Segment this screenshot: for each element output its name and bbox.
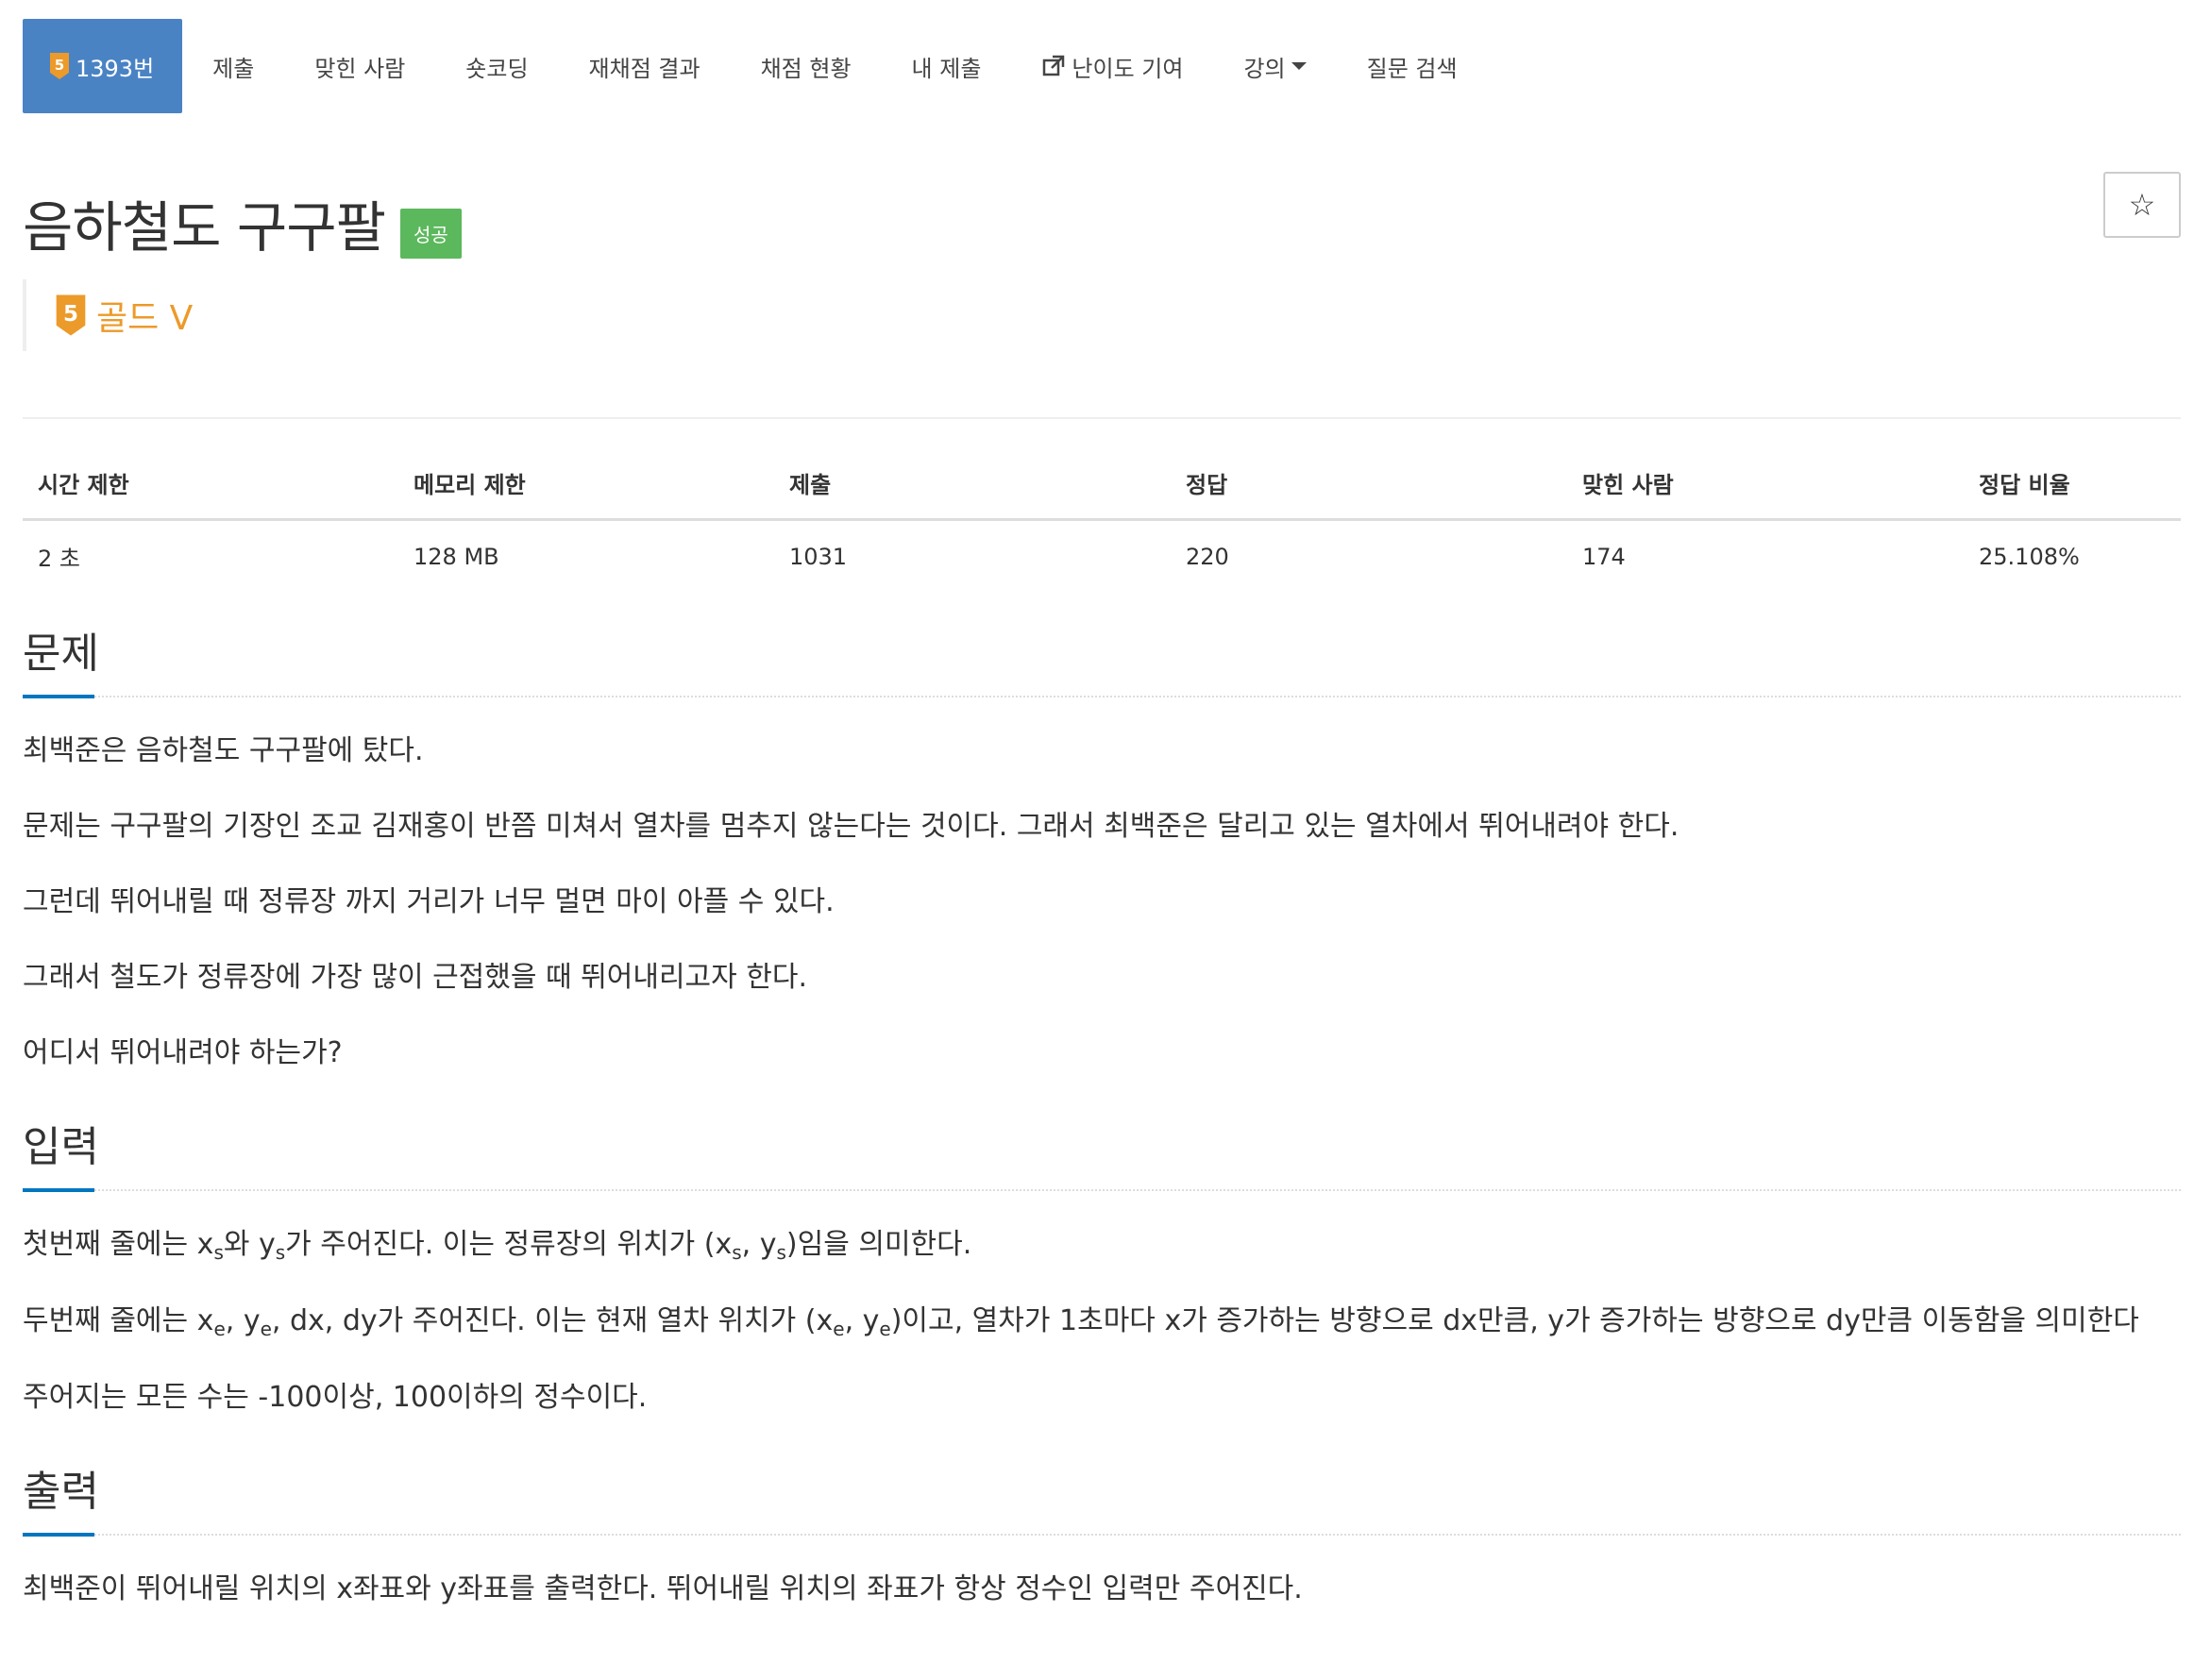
section-output: 출력 최백준이 뛰어내릴 위치의 x좌표와 y좌표를 출력한다. 뛰어내릴 위치… — [23, 1430, 2181, 1621]
problem-paragraph: 문제는 구구팔의 기장인 조교 김재홍이 반쯤 미쳐서 열차를 멈추지 않는다는… — [23, 810, 1679, 843]
title-row: 음하철도 구구팔 성공 ☆ — [23, 172, 2181, 260]
problem-title: 음하철도 구구팔 — [23, 195, 386, 260]
section-problem-title: 문제 — [23, 630, 99, 678]
svg-text:5: 5 — [63, 302, 78, 327]
tier-label[interactable]: 골드 V — [96, 291, 193, 340]
section-problem-head: 문제 — [23, 592, 2181, 698]
cell-submissions: 1031 — [789, 543, 848, 570]
nav-tab-difficulty-label: 난이도 기여 — [1072, 55, 1184, 82]
nav-tab-question-search[interactable]: 질문 검색 — [1337, 19, 1488, 113]
nav-tab-difficulty[interactable]: 난이도 기여 — [1011, 19, 1213, 113]
tier-block: 5 골드 V — [23, 279, 2181, 351]
header-accept-ratio: 정답 비율 — [1964, 447, 2181, 521]
header-submissions: 제출 — [774, 447, 1171, 521]
caret-down-icon — [1291, 62, 1307, 70]
cell-memory-limit: 128 MB — [413, 543, 499, 570]
problem-nav: 5 1393번 제출 맞힌 사람 숏코딩 재채점 결과 채점 현황 내 제출 난… — [23, 19, 2181, 113]
problem-paragraph: 그래서 철도가 정류장에 가장 많이 근접했을 때 뛰어내리고자 한다. — [23, 961, 808, 994]
problem-info-table: 시간 제한 메모리 제한 제출 정답 맞힌 사람 정답 비율 2 초 128 M… — [23, 447, 2181, 592]
section-input-head: 입력 — [23, 1085, 2181, 1192]
nav-tab-solvers-label: 맞힌 사람 — [314, 55, 406, 82]
header-memory-limit: 메모리 제한 — [398, 447, 774, 521]
external-link-icon — [1041, 54, 1066, 78]
nav-tab-rejudge-label: 재채점 결과 — [588, 55, 700, 82]
header-solvers: 맞힌 사람 — [1567, 447, 1964, 521]
nav-tab-problem[interactable]: 5 1393번 — [23, 19, 183, 113]
nav-tab-question-search-label: 질문 검색 — [1366, 55, 1458, 82]
cell-solvers: 174 — [1582, 543, 1626, 570]
problem-paragraph: 최백준은 음하철도 구구팔에 탔다. — [23, 734, 424, 767]
favorite-star-button[interactable]: ☆ — [2103, 172, 2181, 238]
nav-tab-my-submissions[interactable]: 내 제출 — [882, 19, 1012, 113]
nav-tab-lecture-label: 강의 — [1243, 55, 1286, 82]
divider — [23, 417, 2181, 419]
section-problem-body: 최백준은 음하철도 구구팔에 탔다. 문제는 구구팔의 기장인 조교 김재홍이 … — [23, 697, 2181, 1085]
problem-paragraph: 그런데 뛰어내릴 때 정류장 까지 거리가 너무 멀면 마이 아플 수 있다. — [23, 885, 835, 918]
section-problem: 문제 최백준은 음하철도 구구팔에 탔다. 문제는 구구팔의 기장인 조교 김재… — [23, 592, 2181, 1085]
section-underline — [23, 695, 94, 698]
section-output-title: 출력 — [23, 1468, 99, 1516]
tier-5-icon: 5 — [55, 294, 87, 337]
input-paragraph: 두번째 줄에는 xe, ye, dx, dy가 주어진다. 이는 현재 열차 위… — [23, 1304, 2139, 1340]
table-row: 2 초 128 MB 1031 220 174 25.108% — [23, 520, 2181, 593]
section-input-title: 입력 — [23, 1123, 99, 1171]
page: 5 1393번 제출 맞힌 사람 숏코딩 재채점 결과 채점 현황 내 제출 난… — [23, 0, 2181, 1621]
section-input-body: 첫번째 줄에는 xs와 ys가 주어진다. 이는 정류장의 위치가 (xs, y… — [23, 1191, 2181, 1430]
nav-tab-lecture-dropdown[interactable]: 강의 — [1213, 19, 1336, 113]
svg-text:5: 5 — [55, 57, 64, 74]
header-time-limit: 시간 제한 — [23, 447, 398, 521]
nav-tab-status-label: 채점 현황 — [760, 55, 852, 82]
nav-tab-submit[interactable]: 제출 — [182, 19, 284, 113]
nav-tab-status[interactable]: 채점 현황 — [731, 19, 882, 113]
cell-time-limit: 2 초 — [38, 546, 80, 572]
header-accepted: 정답 — [1171, 447, 1567, 521]
section-input: 입력 첫번째 줄에는 xs와 ys가 주어진다. 이는 정류장의 위치가 (xs… — [23, 1085, 2181, 1430]
table-header-row: 시간 제한 메모리 제한 제출 정답 맞힌 사람 정답 비율 — [23, 447, 2181, 521]
input-paragraph: 주어지는 모든 수는 -100이상, 100이하의 정수이다. — [23, 1381, 648, 1414]
section-underline — [23, 1533, 94, 1537]
tier-5-icon: 5 — [49, 52, 70, 80]
output-paragraph: 최백준이 뛰어내릴 위치의 x좌표와 y좌표를 출력한다. 뛰어내릴 위치의 좌… — [23, 1572, 1303, 1605]
nav-tab-short-coding-label: 숏코딩 — [465, 55, 529, 82]
section-underline — [23, 1188, 94, 1192]
cell-accept-ratio: 25.108% — [1979, 543, 2080, 570]
input-paragraph: 첫번째 줄에는 xs와 ys가 주어진다. 이는 정류장의 위치가 (xs, y… — [23, 1228, 972, 1264]
nav-tab-solvers[interactable]: 맞힌 사람 — [284, 19, 435, 113]
status-badge: 성공 — [399, 209, 462, 259]
nav-tab-submit-label: 제출 — [212, 55, 255, 82]
nav-tab-problem-label: 1393번 — [76, 55, 155, 82]
section-output-head: 출력 — [23, 1430, 2181, 1537]
nav-tab-short-coding[interactable]: 숏코딩 — [435, 19, 558, 113]
section-output-body: 최백준이 뛰어내릴 위치의 x좌표와 y좌표를 출력한다. 뛰어내릴 위치의 좌… — [23, 1536, 2181, 1621]
nav-tab-my-submissions-label: 내 제출 — [911, 55, 982, 82]
nav-tab-rejudge[interactable]: 재채점 결과 — [559, 19, 731, 113]
cell-accepted: 220 — [1186, 543, 1229, 570]
star-icon: ☆ — [2128, 187, 2156, 223]
problem-paragraph: 어디서 뛰어내려야 하는가? — [23, 1036, 343, 1069]
